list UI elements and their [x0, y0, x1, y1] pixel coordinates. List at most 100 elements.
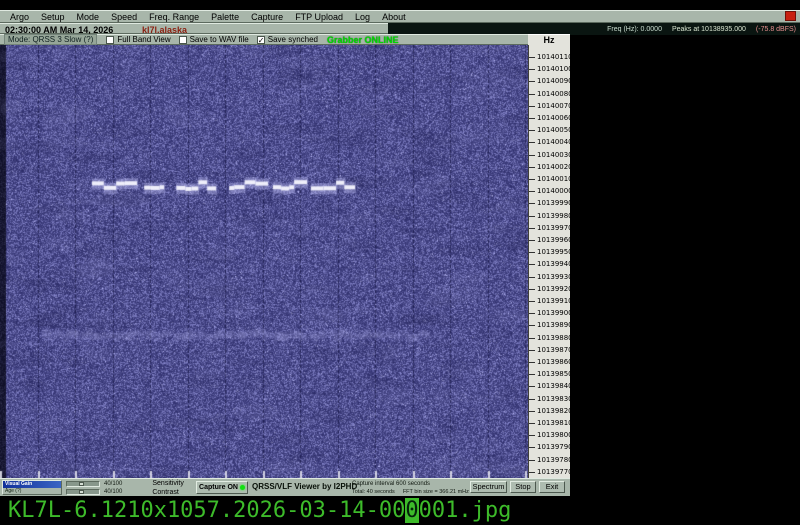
- freq-tick: [529, 69, 535, 70]
- freq-tick: [529, 423, 535, 424]
- freq-tick: [529, 228, 535, 229]
- freq-label: 10140030: [537, 151, 570, 159]
- freq-label: 10140060: [537, 114, 570, 122]
- freq-tick: [529, 362, 535, 363]
- freq-tick: [529, 374, 535, 375]
- freq-label: 10139810: [537, 419, 570, 427]
- freq-label: 10139940: [537, 260, 570, 268]
- freq-label: 10139930: [537, 273, 570, 281]
- freq-tick: [529, 289, 535, 290]
- slider-thumb[interactable]: [79, 490, 84, 494]
- freq-label: 10139890: [537, 321, 570, 329]
- filename-bar: KL7L-6.1210x1057.2026-03-14-000001.jpg: [0, 496, 800, 525]
- total-seconds-text: Total: 40 seconds: [352, 489, 395, 495]
- menu-item-setup[interactable]: Setup: [35, 12, 71, 22]
- spectrum-button[interactable]: Spectrum: [470, 481, 507, 493]
- checkbox-save-to-wav-file[interactable]: Save to WAV file: [179, 35, 249, 44]
- freq-tick: [529, 277, 535, 278]
- menu-item-about[interactable]: About: [376, 12, 412, 22]
- freq-tick: [529, 460, 535, 461]
- freq-tick: [529, 130, 535, 131]
- app-title: QRSS/VLF Viewer by I2PHD: [252, 482, 357, 491]
- menu-items: ArgoSetupModeSpeedFreq. RangePaletteCapt…: [4, 12, 412, 22]
- freq-label: 10140050: [537, 126, 570, 134]
- sensitivity-slider[interactable]: [66, 481, 100, 487]
- freq-tick: [529, 350, 535, 351]
- freq-tick: [529, 81, 535, 82]
- freq-tick: [529, 252, 535, 253]
- contrast-slider-row: 40/100 Contrast: [66, 489, 179, 496]
- mode-indicator: Mode: QRSS 3 Slow (?): [4, 34, 97, 45]
- grabber-filename: KL7L-6.1210x1057.2026-03-14-000001.jpg: [8, 497, 511, 524]
- menu-bar: ArgoSetupModeSpeedFreq. RangePaletteCapt…: [0, 10, 800, 23]
- sensitivity-label: Sensitivity: [152, 480, 184, 487]
- cursor-frequency-readout: Freq (Hz): 0.0000: [607, 26, 662, 33]
- checkbox-box[interactable]: ✓: [257, 36, 265, 44]
- filename-post: 001.jpg: [419, 498, 512, 523]
- freq-tick: [529, 142, 535, 143]
- filename-cursor-block: 0: [405, 498, 418, 523]
- menu-item-argo[interactable]: Argo: [4, 12, 35, 22]
- freq-label: 10140020: [537, 163, 570, 171]
- freq-tick: [529, 118, 535, 119]
- checkbox-label: Full Band View: [117, 35, 170, 44]
- menu-item-palette[interactable]: Palette: [205, 12, 245, 22]
- freq-label: 10139830: [537, 395, 570, 403]
- freq-tick: [529, 216, 535, 217]
- freq-tick: [529, 472, 535, 473]
- menu-item-speed[interactable]: Speed: [105, 12, 143, 22]
- contrast-slider[interactable]: [66, 489, 100, 495]
- visual-gain-panel[interactable]: Visual Gain Age (?): [2, 480, 62, 495]
- freq-tick: [529, 325, 535, 326]
- mode-bar: Mode: QRSS 3 Slow (?) Full Band View Save…: [0, 34, 528, 45]
- freq-label: 10140090: [537, 77, 570, 85]
- capture-led-icon: [240, 485, 245, 490]
- freq-label: 10139840: [537, 382, 570, 390]
- exit-button[interactable]: Exit: [539, 481, 565, 493]
- freq-label: 10139870: [537, 346, 570, 354]
- frequency-scale: 1014011010140100101400901014008010140070…: [528, 45, 570, 478]
- capture-interval-text: Capture interval 600 seconds: [352, 481, 430, 487]
- freq-label: 10139960: [537, 236, 570, 244]
- filename-pre: KL7L-6.1210x1057.2026-03-14-00: [8, 498, 405, 523]
- freq-tick: [529, 338, 535, 339]
- menu-item-ftp-upload[interactable]: FTP Upload: [289, 12, 349, 22]
- freq-tick: [529, 94, 535, 95]
- contrast-value: 40/100: [104, 489, 122, 495]
- freq-tick: [529, 411, 535, 412]
- stop-button[interactable]: Stop: [510, 481, 536, 493]
- freq-label: 10139990: [537, 199, 570, 207]
- freq-tick: [529, 179, 535, 180]
- checkbox-save-synched[interactable]: ✓Save synched: [257, 35, 318, 44]
- checkbox-box[interactable]: [106, 36, 114, 44]
- checkbox-full-band-view[interactable]: Full Band View: [106, 35, 170, 44]
- freq-label: 10140040: [537, 138, 570, 146]
- freq-label: 10139970: [537, 224, 570, 232]
- checkbox-box[interactable]: [179, 36, 187, 44]
- contrast-label: Contrast: [152, 489, 178, 496]
- freq-label: 10140080: [537, 90, 570, 98]
- freq-tick: [529, 447, 535, 448]
- freq-tick: [529, 399, 535, 400]
- slider-thumb[interactable]: [79, 482, 84, 486]
- capture-on-button[interactable]: Capture ON: [196, 481, 248, 494]
- freq-label: 10140000: [537, 187, 570, 195]
- freq-tick: [529, 264, 535, 265]
- sensitivity-value: 40/100: [104, 481, 122, 487]
- freq-label: 10139900: [537, 309, 570, 317]
- waterfall-display[interactable]: [0, 45, 528, 478]
- status-bar: 02:30:00 AM Mar 14, 2026 kl7l.alaska Fre…: [0, 23, 800, 34]
- freq-label: 10139880: [537, 334, 570, 342]
- freq-label: 10139780: [537, 456, 570, 464]
- freq-tick: [529, 191, 535, 192]
- menu-item-mode[interactable]: Mode: [71, 12, 106, 22]
- freq-label: 10139770: [537, 468, 570, 476]
- visual-gain-titlebar[interactable]: Visual Gain: [3, 481, 61, 488]
- freq-label: 10140100: [537, 65, 570, 73]
- menu-item-freq-range[interactable]: Freq. Range: [143, 12, 205, 22]
- close-button[interactable]: [785, 11, 796, 21]
- checkbox-label: Save to WAV file: [190, 35, 249, 44]
- menu-item-capture[interactable]: Capture: [245, 12, 289, 22]
- sensitivity-slider-row: 40/100 Sensitivity: [66, 480, 184, 487]
- menu-item-log[interactable]: Log: [349, 12, 376, 22]
